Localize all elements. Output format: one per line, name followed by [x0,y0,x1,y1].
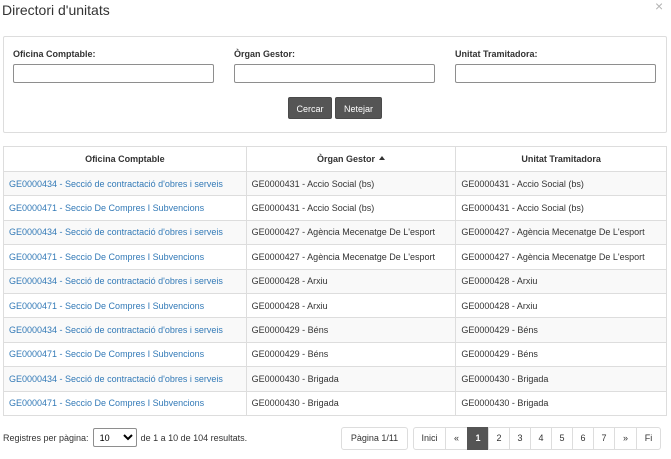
page-size-control: Registres per pàgina: 10 de 1 a 10 de 10… [3,428,247,447]
cell-oficina: GE0000434 - Secció de contractació d'obr… [3,317,247,343]
organ-gestor-label: Òrgan Gestor: [234,49,296,59]
table-row: GE0000434 - Secció de contractació d'obr… [3,366,667,392]
cell-organ: GE0000427 - Agència Mecenatge De L'espor… [245,219,457,246]
clear-button[interactable]: Netejar [335,97,382,119]
table-row: GE0000471 - Seccio De Compres I Subvenci… [3,341,667,368]
table-row: GE0000471 - Seccio De Compres I Subvenci… [3,195,667,221]
organ-gestor-input[interactable] [234,64,435,83]
oficina-comptable-input[interactable] [13,64,214,83]
cell-unitat: GE0000431 - Accio Social (bs) [455,170,667,197]
table-row: GE0000434 - Secció de contractació d'obr… [3,170,667,197]
cell-organ: GE0000429 - Béns [245,341,457,368]
cell-oficina: GE0000471 - Seccio De Compres I Subvenci… [3,390,247,416]
sort-asc-icon [378,156,385,160]
pager-page-1[interactable]: 1 [467,427,489,450]
oficina-link[interactable]: GE0000471 - Seccio De Compres I Subvenci… [9,349,204,359]
cell-oficina: GE0000471 - Seccio De Compres I Subvenci… [3,292,247,319]
oficina-link[interactable]: GE0000471 - Seccio De Compres I Subvenci… [9,203,204,213]
close-icon[interactable]: × [655,0,669,13]
unitat-tramitadora-input[interactable] [455,64,656,83]
cell-unitat: GE0000427 - Agència Mecenatge De L'espor… [455,219,667,246]
results-range-text: de 1 a 10 de 104 resultats. [140,432,248,443]
table-row: GE0000434 - Secció de contractació d'obr… [3,317,667,343]
oficina-link[interactable]: GE0000434 - Secció de contractació d'obr… [9,276,223,286]
pager-prev[interactable]: « [445,427,468,450]
cell-organ: GE0000431 - Accio Social (bs) [245,195,457,221]
pager-page-7[interactable]: 7 [593,427,615,450]
table-row: GE0000471 - Seccio De Compres I Subvenci… [3,390,667,416]
cell-unitat: GE0000430 - Brigada [455,390,667,416]
cell-oficina: GE0000434 - Secció de contractació d'obr… [3,366,247,392]
pager-last[interactable]: Fi [636,427,661,450]
pager-page-3[interactable]: 3 [509,427,531,450]
table-header-row: Oficina Comptable Òrgan Gestor Unitat Tr… [3,146,667,172]
cell-oficina: GE0000471 - Seccio De Compres I Subvenci… [3,195,247,221]
cell-unitat: GE0000430 - Brigada [455,366,667,392]
column-header-organ-gestor[interactable]: Òrgan Gestor [245,146,457,172]
page-info: Pàgina 1/11 [341,427,408,450]
pager-page-6[interactable]: 6 [572,427,594,450]
table-row: GE0000434 - Secció de contractació d'obr… [3,268,667,294]
per-page-label: Registres per pàgina: [3,432,89,443]
units-table: Oficina Comptable Òrgan Gestor Unitat Tr… [3,146,667,416]
cell-unitat: GE0000428 - Arxiu [455,292,667,319]
table-row: GE0000434 - Secció de contractació d'obr… [3,219,667,246]
oficina-link[interactable]: GE0000434 - Secció de contractació d'obr… [9,374,223,384]
table-row: GE0000471 - Seccio De Compres I Subvenci… [3,292,667,319]
column-header-unitat-tramitadora[interactable]: Unitat Tramitadora [455,146,667,172]
cell-oficina: GE0000434 - Secció de contractació d'obr… [3,268,247,294]
cell-unitat: GE0000429 - Béns [455,341,667,368]
pager-next[interactable]: » [614,427,637,450]
oficina-link[interactable]: GE0000434 - Secció de contractació d'obr… [9,179,223,189]
cell-unitat: GE0000427 - Agència Mecenatge De L'espor… [455,244,667,270]
per-page-select[interactable]: 10 [92,428,137,447]
cell-organ: GE0000428 - Arxiu [245,292,457,319]
cell-organ: GE0000428 - Arxiu [245,268,457,294]
cell-oficina: GE0000471 - Seccio De Compres I Subvenci… [3,341,247,368]
cell-oficina: GE0000471 - Seccio De Compres I Subvenci… [3,244,247,270]
oficina-comptable-label: Oficina Comptable: [13,49,96,59]
oficina-link[interactable]: GE0000471 - Seccio De Compres I Subvenci… [9,398,204,408]
column-header-oficina-comptable[interactable]: Oficina Comptable [3,146,247,172]
pager-page-4[interactable]: 4 [530,427,552,450]
pager-first[interactable]: Inici [413,427,446,450]
oficina-link[interactable]: GE0000471 - Seccio De Compres I Subvenci… [9,301,204,311]
cell-organ: GE0000429 - Béns [245,317,457,343]
pager-page-2[interactable]: 2 [488,427,510,450]
cell-unitat: GE0000431 - Accio Social (bs) [455,195,667,221]
cell-organ: GE0000430 - Brigada [245,390,457,416]
table-row: GE0000471 - Seccio De Compres I Subvenci… [3,244,667,270]
oficina-link[interactable]: GE0000434 - Secció de contractació d'obr… [9,227,223,237]
oficina-link[interactable]: GE0000434 - Secció de contractació d'obr… [9,325,223,335]
cell-unitat: GE0000428 - Arxiu [455,268,667,294]
pagination: Inici « 1 2 3 4 5 6 7 » Fi [413,427,661,450]
cell-unitat: GE0000429 - Béns [455,317,667,343]
pager-page-5[interactable]: 5 [551,427,573,450]
cell-oficina: GE0000434 - Secció de contractació d'obr… [3,219,247,246]
cell-organ: GE0000427 - Agència Mecenatge De L'espor… [245,244,457,270]
cell-organ: GE0000431 - Accio Social (bs) [245,170,457,197]
search-button[interactable]: Cercar [288,97,332,119]
modal-title: Directori d'unitats [2,2,110,18]
cell-oficina: GE0000434 - Secció de contractació d'obr… [3,170,247,197]
unitat-tramitadora-label: Unitat Tramitadora: [455,49,538,59]
cell-organ: GE0000430 - Brigada [245,366,457,392]
oficina-link[interactable]: GE0000471 - Seccio De Compres I Subvenci… [9,252,204,262]
filter-panel: Oficina Comptable: Òrgan Gestor: Unitat … [3,36,667,133]
